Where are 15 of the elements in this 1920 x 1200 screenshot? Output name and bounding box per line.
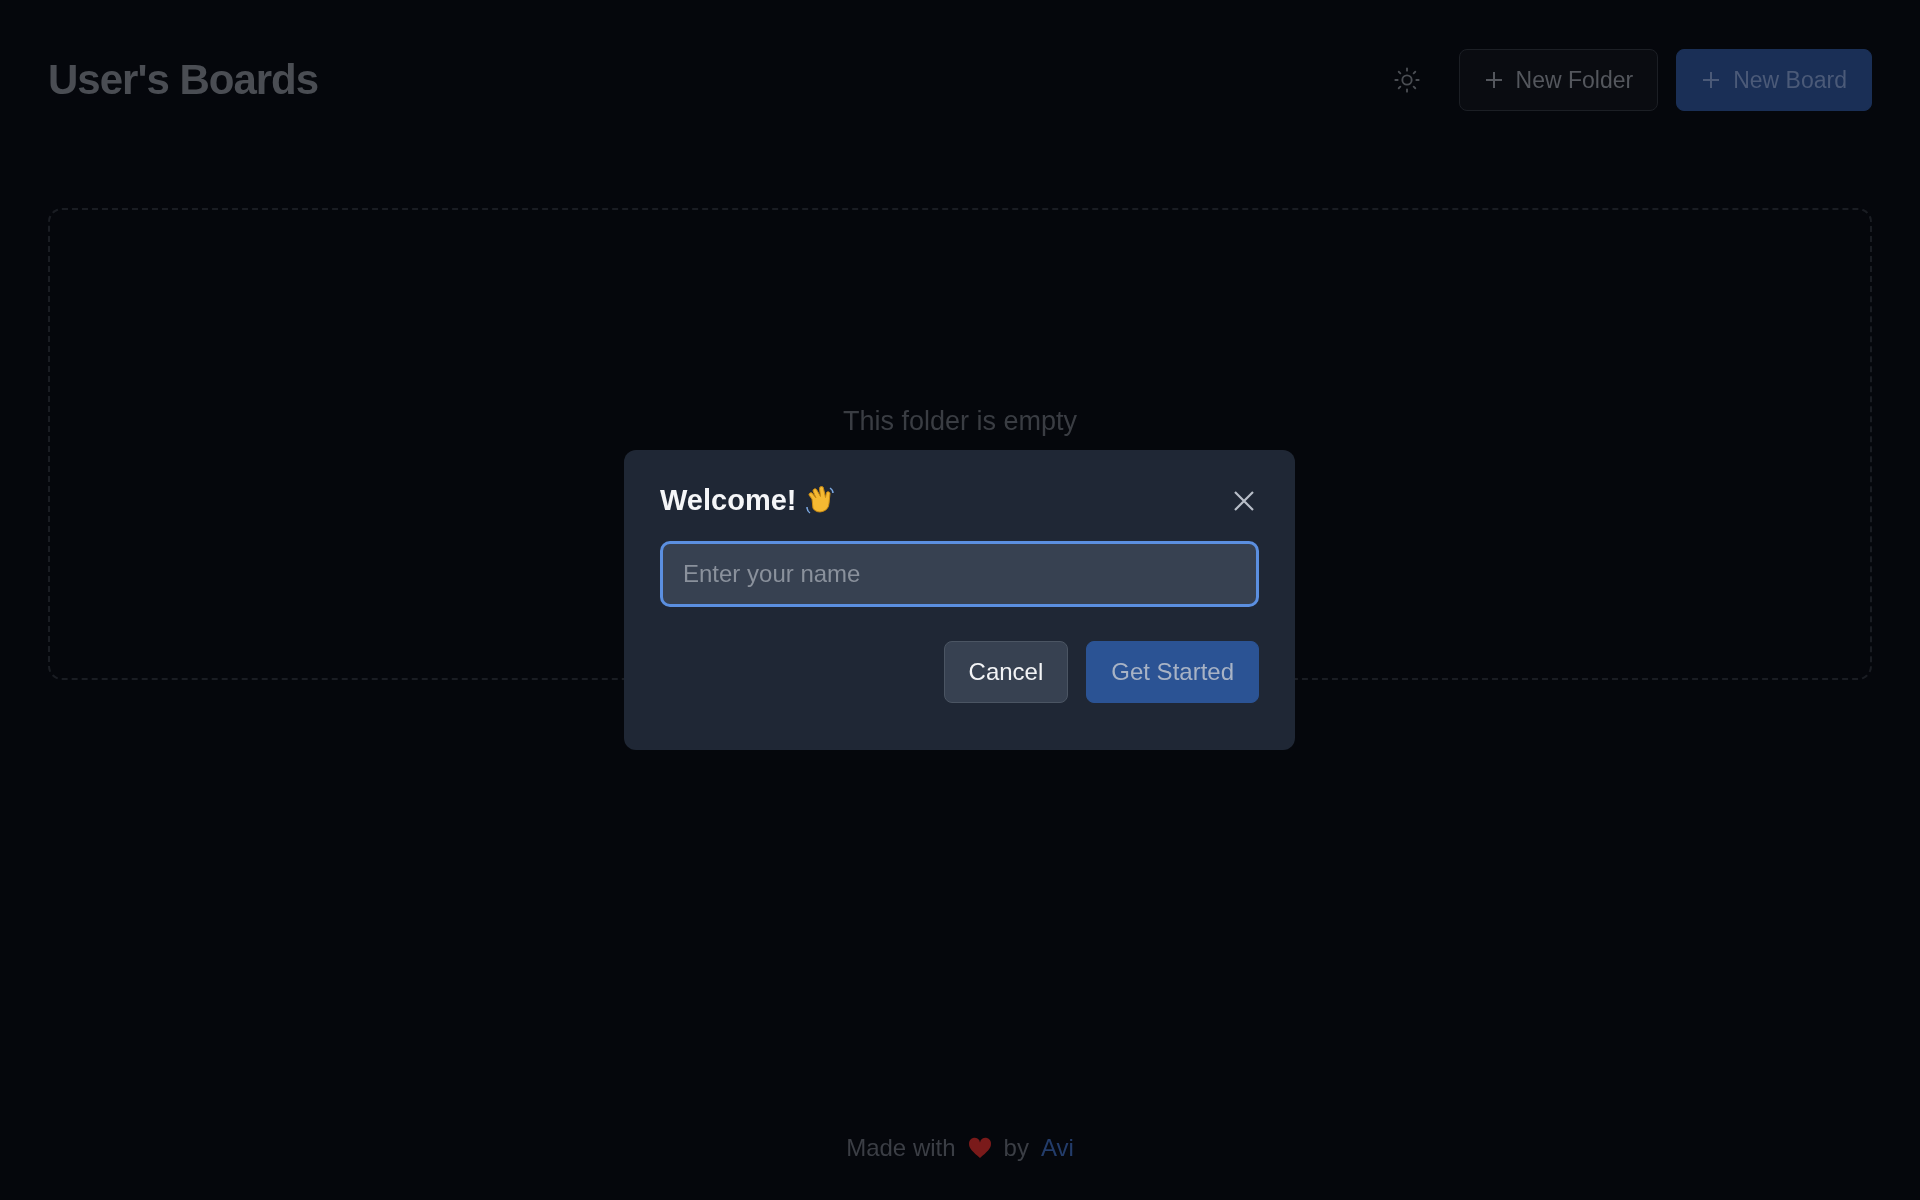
submit-button[interactable]: Get Started: [1086, 641, 1259, 703]
name-input[interactable]: Enter your name: [660, 541, 1259, 607]
close-icon: [1233, 489, 1255, 512]
plus-icon: [1701, 70, 1722, 90]
page-title: User's Boards: [48, 56, 319, 104]
author-link[interactable]: Avi: [1040, 1134, 1074, 1162]
dialog-title: Welcome!: [660, 484, 797, 517]
waving-hand-icon: [804, 484, 837, 517]
footer-text: Made with: [846, 1134, 956, 1162]
cancel-button[interactable]: Cancel: [943, 641, 1069, 703]
heart-icon: [967, 1137, 992, 1159]
footer-text: by: [1003, 1134, 1029, 1162]
sun-icon: [1392, 66, 1421, 94]
header-button[interactable]: New Folder: [1458, 49, 1659, 111]
plus-icon: [1483, 70, 1504, 90]
